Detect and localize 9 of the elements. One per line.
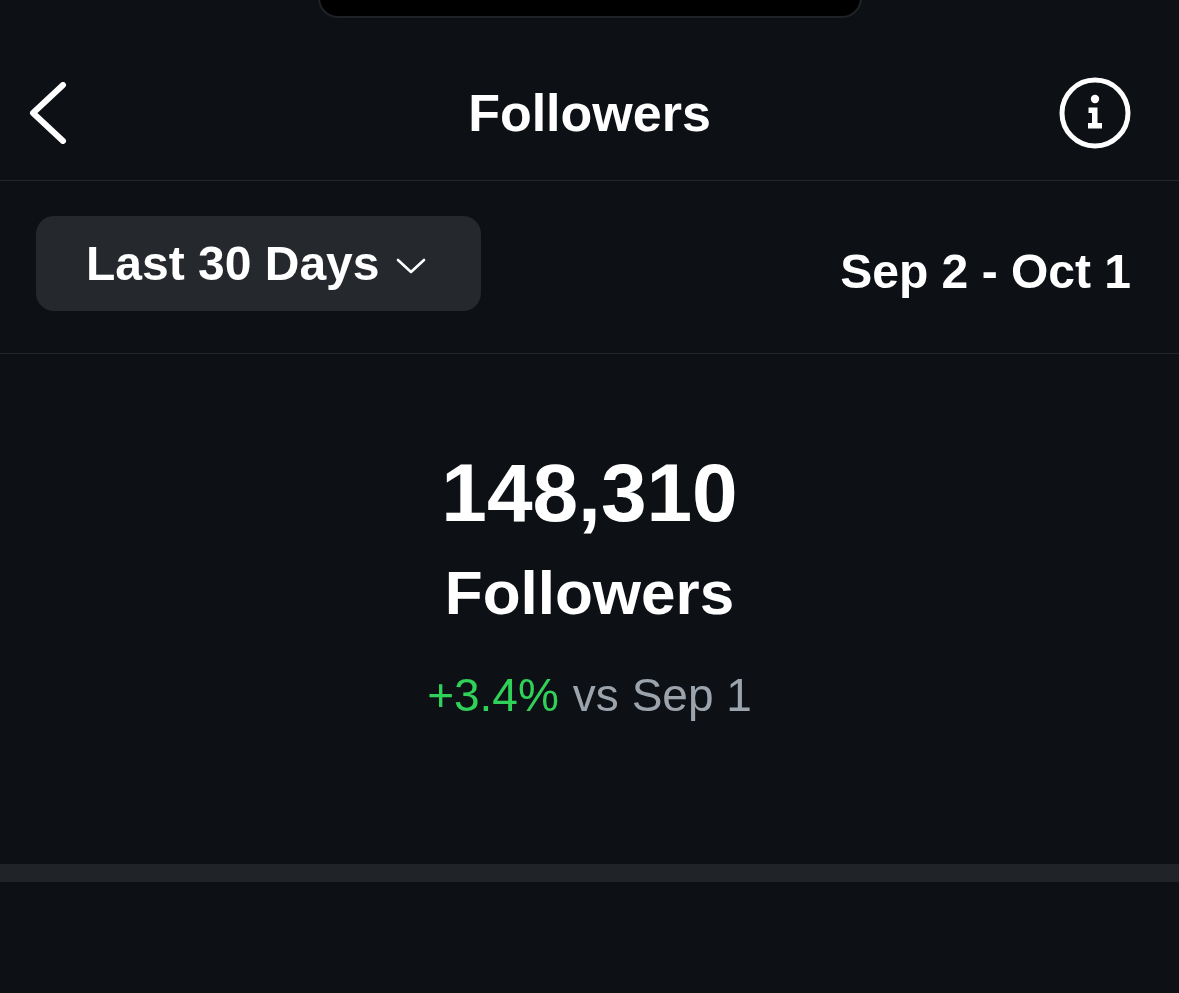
change-percent: +3.4% (427, 672, 559, 718)
date-range-label: Sep 2 - Oct 1 (840, 246, 1131, 299)
chevron-left-icon (28, 82, 68, 144)
follower-count: 148,310 (441, 452, 738, 534)
info-icon (1059, 77, 1131, 149)
page-title: Followers (468, 83, 711, 144)
chevron-down-icon (395, 257, 426, 274)
follower-count-label: Followers (444, 562, 735, 624)
date-range-dropdown[interactable]: Last 30 Days (36, 216, 481, 311)
